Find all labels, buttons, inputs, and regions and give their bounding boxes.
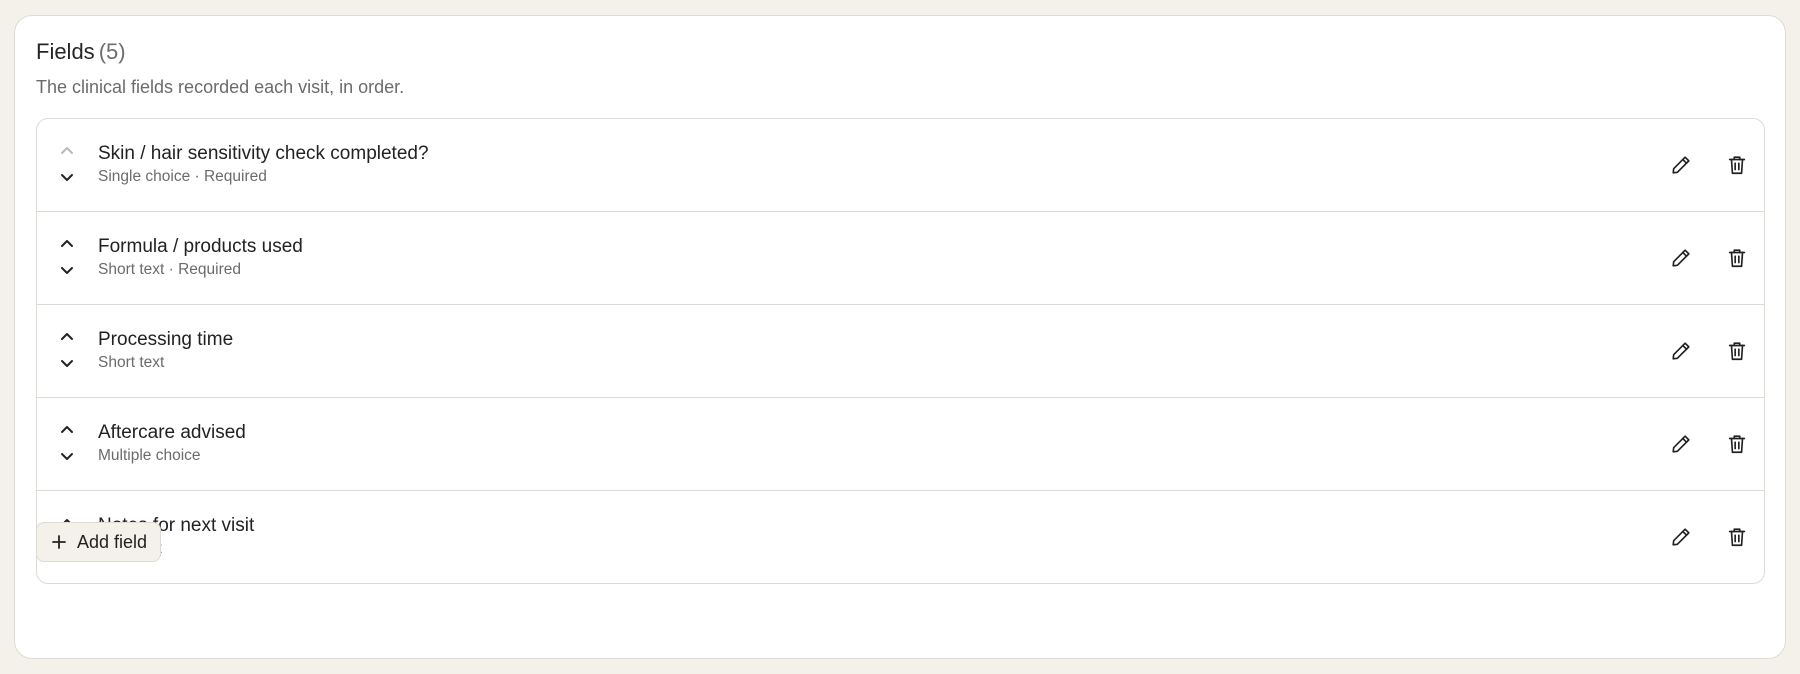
field-info: Aftercare advised Multiple choice [98,421,246,466]
chevron-down-icon [61,267,73,274]
field-meta: Short text [98,354,165,371]
plus-icon [52,535,66,549]
field-row: Aftercare advised Multiple choice [37,398,1764,491]
pencil-icon [1672,249,1690,267]
fields-card: Fields (5) The clinical fields recorded e… [14,15,1786,659]
reorder-controls [57,325,77,377]
move-up-button[interactable] [57,234,77,254]
field-meta: Short text · Required [98,261,242,278]
field-info: Processing time Short text [98,328,233,373]
field-row: Notes for next visit Long text [37,491,1764,583]
delete-field-button[interactable] [1722,429,1752,459]
delete-field-button[interactable] [1722,243,1752,273]
chevron-up-icon [61,426,73,433]
field-label: Formula / products used [98,236,303,257]
move-up-button[interactable] [57,327,77,347]
section-title-text: Fields [36,39,95,64]
delete-field-button[interactable] [1722,336,1752,366]
row-actions [1666,522,1752,552]
chevron-down-icon [61,453,73,460]
add-field-label: Add field [77,532,148,552]
chevron-up-icon [61,333,73,340]
field-count: (5) [98,39,126,64]
reorder-controls [57,418,77,470]
field-label: Skin / hair sensitivity check completed? [98,143,429,164]
field-list: Skin / hair sensitivity check completed?… [36,118,1765,584]
trash-icon [1728,249,1746,268]
field-row: Processing time Short text [37,305,1764,398]
move-down-button[interactable] [57,260,77,280]
edit-field-button[interactable] [1666,243,1696,273]
field-row: Formula / products used Short text · Req… [37,212,1764,305]
field-info: Formula / products used Short text · Req… [98,235,303,280]
pencil-icon [1672,156,1690,174]
move-down-button[interactable] [57,446,77,466]
trash-icon [1728,528,1746,547]
edit-field-button[interactable] [1666,429,1696,459]
pencil-icon [1672,528,1690,546]
move-down-button[interactable] [57,167,77,187]
chevron-down-icon [61,174,73,181]
field-row: Skin / hair sensitivity check completed?… [37,119,1764,212]
pencil-icon [1672,435,1690,453]
row-actions [1666,243,1752,273]
chevron-up-icon [61,240,73,247]
move-down-button[interactable] [57,353,77,373]
field-meta: Single choice · Required [98,168,267,185]
trash-icon [1728,156,1746,175]
chevron-up-icon [61,147,73,154]
trash-icon [1728,342,1746,361]
row-actions [1666,429,1752,459]
add-field-button[interactable]: Add field [36,522,162,562]
section-title: Fields (5) [36,38,404,66]
row-actions [1666,150,1752,180]
reorder-controls [57,232,77,284]
field-info: Skin / hair sensitivity check completed?… [98,142,429,187]
chevron-down-icon [61,360,73,367]
field-meta: Multiple choice [98,447,201,464]
card-header: Fields (5) The clinical fields recorded e… [36,38,404,98]
pencil-icon [1672,342,1690,360]
row-actions [1666,336,1752,366]
section-subtitle: The clinical fields recorded each visit,… [36,77,405,97]
trash-icon [1728,435,1746,454]
edit-field-button[interactable] [1666,150,1696,180]
reorder-controls [57,139,77,191]
move-up-button[interactable] [57,420,77,440]
delete-field-button[interactable] [1722,150,1752,180]
field-label: Aftercare advised [98,422,246,443]
edit-field-button[interactable] [1666,522,1696,552]
field-label: Processing time [98,329,234,350]
move-up-button[interactable] [57,141,77,161]
delete-field-button[interactable] [1722,522,1752,552]
edit-field-button[interactable] [1666,336,1696,366]
